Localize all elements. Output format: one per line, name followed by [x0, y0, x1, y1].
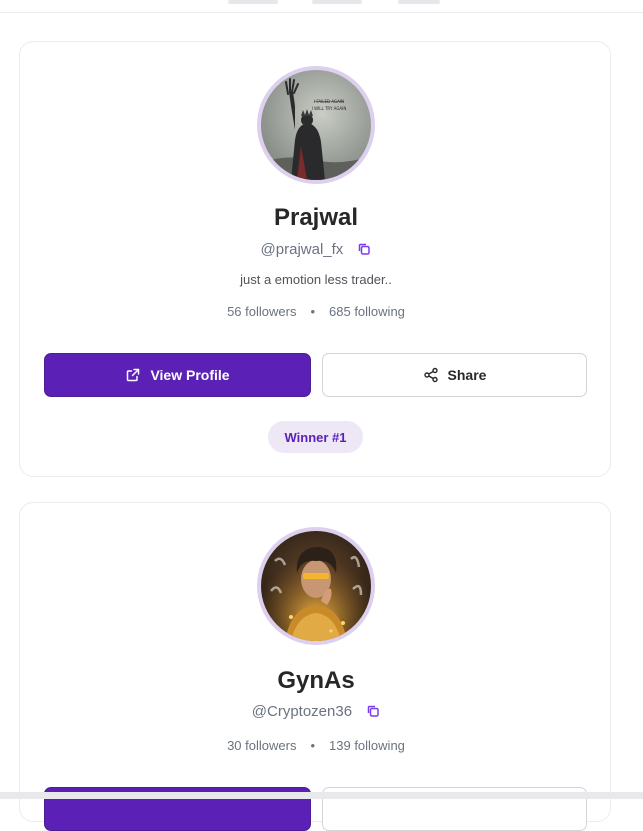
view-profile-button[interactable]: View Profile: [44, 353, 311, 397]
view-profile-label: View Profile: [150, 367, 230, 383]
handle-row: @prajwal_fx: [20, 241, 612, 258]
nav-item-clipped[interactable]: [228, 0, 278, 4]
following-count[interactable]: 139 following: [329, 738, 405, 753]
profile-stats: 30 followers • 139 following: [20, 738, 612, 753]
winner-badge: Winner #1: [268, 421, 363, 453]
followers-count[interactable]: 56 followers: [227, 304, 296, 319]
following-count[interactable]: 685 following: [329, 304, 405, 319]
avatar: I FAILED AGAIN I WILL TRY AGAIN: [257, 66, 375, 184]
copy-icon[interactable]: [366, 704, 380, 718]
profile-card: GynAs @Cryptozen36 30 followers • 139 foll…: [19, 502, 612, 831]
profile-stats: 56 followers • 685 following: [20, 304, 612, 319]
profile-handle: @prajwal_fx: [260, 241, 344, 258]
followers-count[interactable]: 30 followers: [227, 738, 296, 753]
profile-name: GynAs: [277, 667, 355, 694]
avatar-caption: I FAILED AGAIN: [314, 99, 344, 104]
profile-handle: @Cryptozen36: [251, 703, 353, 720]
profile-card: I FAILED AGAIN I WILL TRY AGAIN Prajwal …: [19, 41, 611, 477]
stat-separator: •: [310, 304, 316, 319]
avatar: [257, 527, 375, 645]
avatar-caption: I WILL TRY AGAIN: [312, 106, 347, 111]
stat-separator: •: [310, 738, 316, 753]
external-link-icon: [127, 368, 140, 382]
profile-bio: just a emotion less trader..: [240, 272, 392, 287]
share-label: Share: [447, 367, 487, 383]
profile-name: Prajwal: [273, 204, 359, 231]
top-nav-bar: [0, 0, 643, 13]
avatar-image: [261, 531, 371, 641]
nav-item-clipped[interactable]: [312, 0, 362, 4]
share-icon: [423, 367, 438, 383]
share-button[interactable]: Share: [322, 353, 587, 397]
handle-row: @Cryptozen36: [20, 703, 612, 720]
avatar-image: I FAILED AGAIN I WILL TRY AGAIN: [261, 70, 371, 180]
copy-icon[interactable]: [357, 242, 371, 256]
horizontal-scrollbar[interactable]: [0, 792, 643, 799]
nav-item-clipped[interactable]: [398, 0, 440, 4]
